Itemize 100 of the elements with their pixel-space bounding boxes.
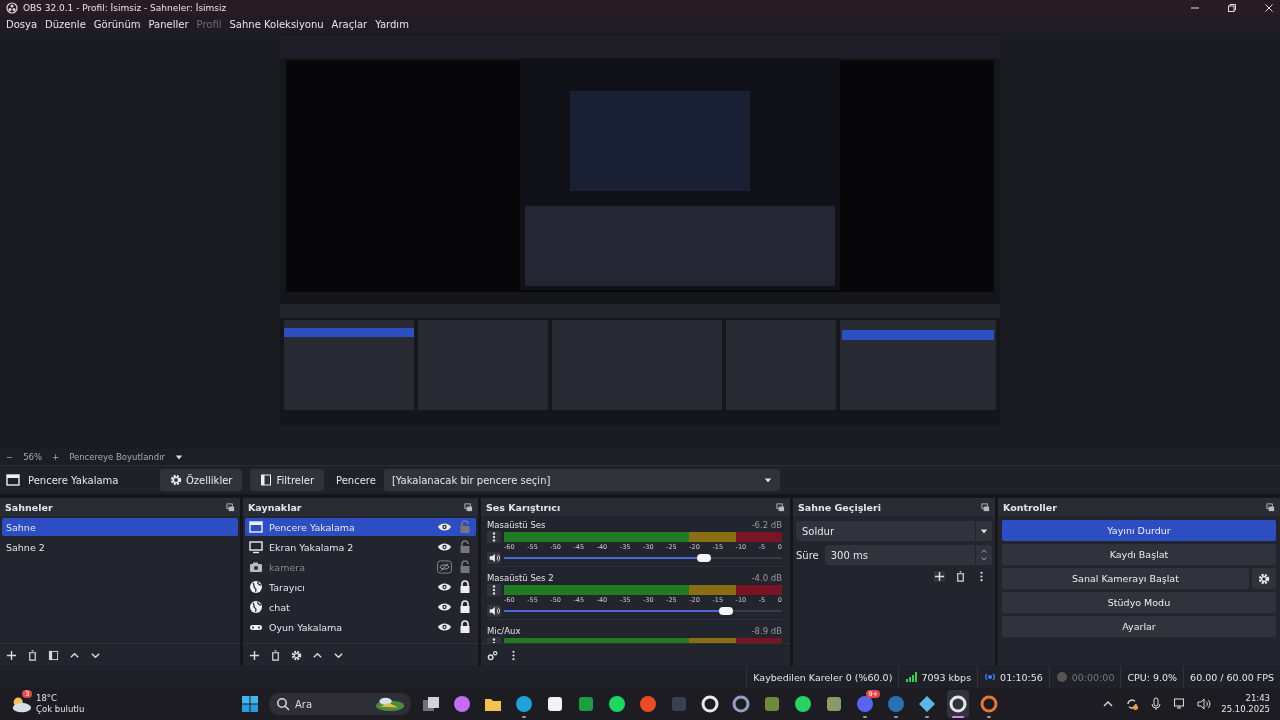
- control-button[interactable]: Kaydı Başlat: [1002, 544, 1276, 565]
- diamond-icon[interactable]: [917, 694, 937, 714]
- clock-time[interactable]: 21:43: [1245, 693, 1270, 704]
- zoom-out-button[interactable]: −: [6, 452, 14, 462]
- control-button[interactable]: Sanal Kamerayı Başlat: [1002, 568, 1249, 589]
- slider-thumb[interactable]: [697, 554, 712, 562]
- source-name: Pencere Yakalama: [28, 474, 120, 486]
- volume-slider[interactable]: [504, 554, 782, 562]
- lock-icon[interactable]: [458, 580, 472, 594]
- volume-slider[interactable]: [504, 607, 782, 615]
- window-title: OBS 32.0.1 - Profil: İsimsiz - Sahneler: İsimsiz: [23, 2, 227, 13]
- weather-condition: Çok bulutlu: [36, 704, 85, 715]
- scene-item[interactable]: Sahne: [2, 518, 238, 536]
- add-icon[interactable]: [934, 571, 945, 582]
- caret-icon[interactable]: [175, 453, 183, 461]
- bitrate: 7093 kbps: [921, 671, 972, 683]
- menu-item[interactable]: Görünüm: [89, 18, 145, 30]
- stream-time: 01:10:56: [1000, 671, 1043, 683]
- control-button[interactable]: Yayını Durdur: [1002, 520, 1276, 541]
- menu-item[interactable]: Yardım: [371, 18, 413, 30]
- source-item[interactable]: chat: [245, 598, 476, 616]
- gears-icon[interactable]: [487, 649, 498, 661]
- search-icon[interactable]: [276, 697, 290, 711]
- broadcast-icon: [984, 671, 997, 683]
- toolbar-button[interactable]: Filtreler: [250, 469, 325, 491]
- caret-icon: [980, 527, 988, 535]
- add-icon[interactable]: [249, 649, 260, 661]
- duration-spinbox[interactable]: 300 ms: [824, 545, 992, 565]
- trash-icon[interactable]: [270, 649, 281, 661]
- volume-reading: -8.9 dB: [751, 625, 782, 636]
- more-icon[interactable]: [487, 531, 501, 543]
- undock-icon[interactable]: [981, 502, 990, 512]
- undock-icon[interactable]: [226, 502, 235, 512]
- add-icon[interactable]: [6, 649, 17, 661]
- speaker-icon[interactable]: [487, 605, 501, 617]
- speaker-icon[interactable]: [487, 552, 501, 564]
- toolbar-button[interactable]: Özellikler: [160, 469, 243, 491]
- windows-icon[interactable]: [240, 694, 260, 714]
- lock-icon[interactable]: [458, 620, 472, 634]
- scene-item[interactable]: Sahne 2: [2, 538, 238, 556]
- menu-item[interactable]: Paneller: [144, 18, 193, 30]
- eye-icon[interactable]: [437, 620, 452, 634]
- close-icon[interactable]: [1264, 2, 1274, 13]
- volume-icon[interactable]: [1197, 697, 1212, 711]
- menu-item[interactable]: Dosya: [2, 18, 42, 30]
- channel-name: Masaüstü Ses 2: [487, 572, 554, 583]
- transition-dropdown[interactable]: Soldur: [796, 521, 992, 541]
- undock-icon[interactable]: [1266, 502, 1275, 512]
- menu-item[interactable]: Sahne Koleksiyonu: [225, 18, 328, 30]
- settings-button[interactable]: [1252, 568, 1276, 589]
- eye-icon[interactable]: [437, 600, 452, 614]
- source-item[interactable]: Pencere Yakalama: [245, 518, 476, 536]
- settings-icon[interactable]: [291, 649, 302, 661]
- unlocked-lock-icon[interactable]: [458, 540, 472, 554]
- app-icon[interactable]: [979, 694, 999, 714]
- control-button[interactable]: Ayarlar: [1002, 616, 1276, 637]
- clock-date[interactable]: 25.10.2025: [1221, 704, 1270, 715]
- channel-name: Mic/Aux: [487, 625, 521, 636]
- menu-item[interactable]: Araçlar: [327, 18, 372, 30]
- filter-icon[interactable]: [48, 649, 59, 661]
- volume-reading: -6.2 dB: [751, 519, 782, 530]
- camera-icon: [249, 560, 263, 574]
- undock-icon[interactable]: [464, 502, 473, 512]
- menu-item[interactable]: Düzenle: [41, 18, 90, 30]
- zoom-in-button[interactable]: +: [52, 452, 60, 462]
- eye-icon[interactable]: [437, 580, 452, 594]
- panel-title: Sahneler: [5, 501, 53, 513]
- app-icon[interactable]: [607, 694, 627, 714]
- control-button[interactable]: Stüdyo Modu: [1002, 592, 1276, 613]
- undock-icon[interactable]: [776, 502, 785, 512]
- spin-arrows-icon[interactable]: [980, 548, 988, 562]
- slider-thumb[interactable]: [719, 607, 734, 615]
- record-time: 00:00:00: [1071, 671, 1115, 683]
- signal-icon: [905, 671, 918, 683]
- unlocked-lock-icon[interactable]: [458, 560, 472, 574]
- window-stack-icon[interactable]: [421, 694, 441, 714]
- sync-icon[interactable]: [1125, 697, 1140, 711]
- window-icon: [6, 473, 20, 487]
- app-icon[interactable]: [824, 694, 844, 714]
- trash-icon[interactable]: [955, 571, 966, 582]
- more-icon[interactable]: [487, 584, 501, 596]
- eye-icon[interactable]: [437, 520, 452, 534]
- fit-to-window-option[interactable]: Pencereye Boyutlandır: [69, 452, 165, 462]
- lock-icon[interactable]: [458, 600, 472, 614]
- filter-icon: [260, 474, 273, 486]
- eye-icon[interactable]: [437, 540, 452, 554]
- search-field[interactable]: Ara: [269, 693, 411, 715]
- source-item[interactable]: Tarayıcı: [245, 578, 476, 596]
- source-item[interactable]: Oyun Yakalama: [245, 618, 476, 636]
- temperature: 18°C: [36, 693, 58, 704]
- panel-title: Ses Karıştırıcı: [486, 501, 561, 513]
- trash-icon[interactable]: [27, 649, 38, 661]
- microphone-icon[interactable]: [1149, 697, 1164, 711]
- panel-title: Kaynaklar: [248, 501, 302, 513]
- source-item[interactable]: Ekran Yakalama 2: [245, 538, 476, 556]
- window-dropdown[interactable]: [Yakalanacak bir pencere seçin]: [383, 469, 780, 491]
- hidden-eye-icon[interactable]: [437, 560, 452, 574]
- restore-icon[interactable]: [1227, 2, 1237, 13]
- zoom-level: 56%: [23, 452, 43, 462]
- source-item[interactable]: kamera: [245, 558, 476, 576]
